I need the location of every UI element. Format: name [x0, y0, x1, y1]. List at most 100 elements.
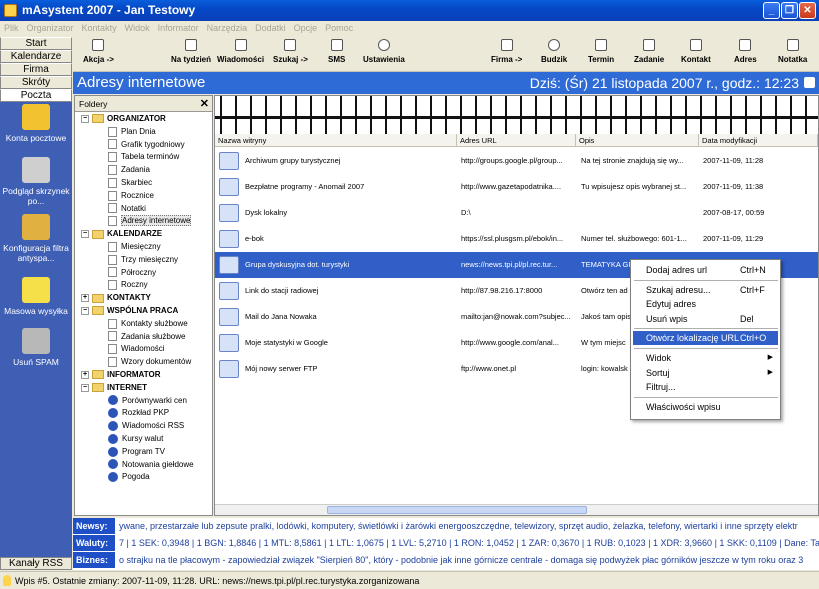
toolbar-sms-button[interactable]: SMS — [328, 39, 345, 64]
nav-skroty-button[interactable]: Skróty — [0, 76, 72, 89]
context-menu-item[interactable]: Szukaj adresu... Ctrl+F — [633, 283, 778, 297]
toolbar-termin-button[interactable]: Termin — [588, 39, 614, 64]
folder-item[interactable]: Kursy walut — [108, 433, 163, 445]
context-menu-item[interactable]: Otwórz lokalizację URL Ctrl+O — [633, 331, 778, 346]
close-button[interactable]: ✕ — [799, 2, 816, 19]
expand-toggle-icon[interactable]: + — [81, 294, 89, 303]
context-menu-item[interactable]: Edytuj adres — [633, 297, 778, 311]
folder-item[interactable]: Miesięczny — [108, 241, 161, 253]
folder-item[interactable]: Grafik tygodniowy — [108, 139, 185, 151]
expand-toggle-icon[interactable]: − — [81, 230, 89, 239]
toolbar-zadanie-button[interactable]: Zadanie — [634, 39, 664, 64]
folder-item[interactable]: Kontakty służbowe — [108, 318, 188, 330]
menu-pomoc[interactable]: Pomoc — [321, 21, 357, 36]
horizontal-scrollbar[interactable] — [215, 504, 818, 515]
folder-item[interactable]: Rozkład PKP — [108, 407, 169, 419]
folder-item[interactable]: Skarbiec — [108, 177, 152, 189]
column-opis[interactable]: Opis — [576, 134, 699, 147]
nav-kalendarze-button[interactable]: Kalendarze — [0, 50, 72, 63]
toolbar-na-tydzien-button[interactable]: Na tydzień — [171, 39, 211, 64]
folder-item[interactable]: Adresy internetowe — [108, 215, 192, 227]
nav-item-masowa-wysylka[interactable]: Masowa wysyłka — [0, 277, 72, 316]
folder-item[interactable]: Notowania giełdowe — [108, 459, 194, 471]
ticker-waluty[interactable]: Waluty: 7 | 1 SEK: 0,3948 | 1 BGN: 1,8846… — [73, 535, 819, 552]
folder-group[interactable]: − KALENDARZE — [81, 228, 162, 240]
menu-widok[interactable]: Widok — [121, 21, 154, 36]
menu-opcje[interactable]: Opcje — [290, 21, 322, 36]
toolbar-ustawienia-button[interactable]: Ustawienia — [363, 39, 405, 64]
folder-group[interactable]: + INFORMATOR — [81, 369, 160, 381]
scrollbar-thumb[interactable] — [327, 506, 587, 514]
context-menu-item[interactable]: Filtruj... — [633, 380, 778, 394]
header-note-icon[interactable] — [804, 77, 815, 88]
toolbar-akcja-button[interactable]: Akcja -> — [83, 39, 114, 64]
ticker-newsy[interactable]: Newsy: ywane, przestarzałe lub zepsute pr… — [73, 518, 819, 535]
document-icon — [108, 216, 117, 227]
globe-icon — [108, 395, 118, 406]
folder-item[interactable]: Półroczny — [108, 267, 156, 279]
folder-group[interactable]: − WSPÓLNA PRACA — [81, 305, 178, 317]
folder-item[interactable]: Roczny — [108, 279, 148, 291]
minimize-button[interactable]: _ — [763, 2, 780, 19]
folder-group[interactable]: − INTERNET — [81, 382, 147, 394]
nav-start-button[interactable]: Start — [0, 37, 72, 50]
menu-narzedzia[interactable]: Narzędzia — [203, 21, 252, 36]
folder-item[interactable]: Wiadomości — [108, 343, 165, 355]
folder-item[interactable]: Tabela terminów — [108, 151, 179, 163]
ticker-biznes[interactable]: Biznes: o strajku na tle płacowym - zapow… — [73, 552, 819, 569]
menu-plik[interactable]: Plik — [0, 21, 23, 36]
column-adres-url[interactable]: Adres URL — [457, 134, 576, 147]
context-menu-item[interactable]: Dodaj adres url Ctrl+N — [633, 263, 778, 277]
nav-firma-button[interactable]: Firma — [0, 63, 72, 76]
menu-organizator[interactable]: Organizator — [23, 21, 78, 36]
context-menu-item[interactable]: Widok ▶ — [633, 351, 778, 365]
expand-toggle-icon[interactable]: − — [81, 383, 89, 392]
maximize-button[interactable]: ❐ — [781, 2, 798, 19]
folder-item[interactable]: Notatki — [108, 203, 146, 215]
menu-informator[interactable]: Informator — [154, 21, 203, 36]
folder-group[interactable]: − ORGANIZATOR — [81, 113, 166, 125]
context-menu-item[interactable]: Sortuj ▶ — [633, 366, 778, 380]
folder-group[interactable]: + KONTAKTY — [81, 292, 151, 304]
folder-item[interactable]: Rocznice — [108, 190, 154, 202]
toolbar-szukaj-button[interactable]: Szukaj -> — [273, 39, 308, 64]
toolbar-firma-button[interactable]: Firma -> — [491, 39, 522, 64]
folder-item[interactable]: Porównywarki cen — [108, 395, 187, 407]
expand-toggle-icon[interactable]: − — [81, 114, 89, 123]
toolbar-notatka-button[interactable]: Notatka — [778, 39, 807, 64]
document-icon — [108, 126, 117, 137]
folder-item[interactable]: Zadania — [108, 164, 150, 176]
folder-item[interactable]: Pogoda — [108, 471, 150, 483]
nav-item-podglad-skrzynek[interactable]: Podgląd skrzynek po... — [0, 157, 72, 206]
folder-item[interactable]: Wiadomości RSS — [108, 420, 184, 432]
expand-toggle-icon[interactable]: + — [81, 370, 89, 379]
folder-item[interactable]: Program TV — [108, 446, 165, 458]
context-menu-item[interactable]: Usuń wpis Del — [633, 312, 778, 326]
folder-item[interactable]: Wzory dokumentów — [108, 356, 191, 368]
folder-item[interactable]: Zadania służbowe — [108, 331, 185, 343]
nav-item-konta-pocztowe[interactable]: Konta pocztowe — [0, 104, 72, 143]
folders-close-button[interactable]: ✕ — [200, 96, 209, 112]
folder-item-label: Kontakty służbowe — [121, 318, 188, 328]
nav-item-konfiguracja-antyspam[interactable]: Konfiguracja filtra antyspa... — [0, 214, 72, 263]
nav-item-usun-spam[interactable]: Usuń SPAM — [0, 328, 72, 367]
nav-kanaly-rss-button[interactable]: Kanały RSS — [0, 557, 72, 570]
column-nazwa-witryny[interactable]: Nazwa witryny — [215, 134, 457, 147]
table-row[interactable]: Archiwum grupy turystycznej http://groups… — [215, 148, 818, 174]
folder-group-label: WSPÓLNA PRACA — [107, 306, 179, 315]
menu-kontakty[interactable]: Kontakty — [78, 21, 121, 36]
table-row[interactable]: e-bok https://ssl.plusgsm.pl/ebok/in... Nu… — [215, 226, 818, 252]
context-menu-item[interactable]: Właściwości wpisu — [633, 400, 778, 414]
nav-poczta-button[interactable]: Poczta — [0, 89, 72, 102]
column-data-modyfikacji[interactable]: Data modyfikacji — [699, 134, 818, 147]
toolbar-adres-button[interactable]: Adres — [734, 39, 757, 64]
menu-dodatki[interactable]: Dodatki — [251, 21, 290, 36]
expand-toggle-icon[interactable]: − — [81, 306, 89, 315]
toolbar-wiadomosci-button[interactable]: Wiadomości — [217, 39, 264, 64]
toolbar-budzik-button[interactable]: Budzik — [541, 39, 567, 64]
toolbar-kontakt-button[interactable]: Kontakt — [681, 39, 711, 64]
folder-item[interactable]: Plan Dnia — [108, 126, 156, 138]
folder-item[interactable]: Trzy miesięczny — [108, 254, 178, 266]
table-row[interactable]: Bezpłatne programy - Anomail 2007 http://… — [215, 174, 818, 200]
table-row[interactable]: Dysk lokalny D:\ 2007-08-17, 00:59 — [215, 200, 818, 226]
